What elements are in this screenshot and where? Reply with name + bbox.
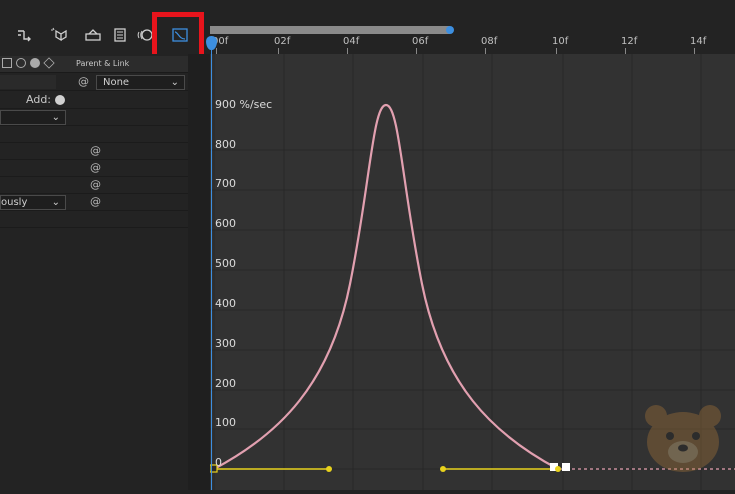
y-axis-label: 500 xyxy=(215,257,236,270)
switch-cells xyxy=(0,75,56,89)
y-axis-label: 400 xyxy=(215,297,236,310)
chevron-down-icon: ⌄ xyxy=(51,112,60,123)
playhead-line[interactable] xyxy=(211,36,212,490)
chevron-down-icon: ⌄ xyxy=(170,77,179,88)
work-area-bar[interactable] xyxy=(210,26,450,34)
y-axis-label: 600 xyxy=(215,217,236,230)
ruler-tick-label: 10f xyxy=(552,36,569,47)
3d-switch-icon[interactable] xyxy=(43,57,55,69)
keyframe-end-selected[interactable] xyxy=(562,463,570,471)
ruler-tick-label: 08f xyxy=(481,36,498,47)
y-axis-label: 200 xyxy=(215,377,236,390)
property-row: @ xyxy=(0,143,188,160)
add-menu-icon[interactable] xyxy=(55,95,65,105)
bezier-handle-point[interactable] xyxy=(440,466,446,472)
property-row xyxy=(0,211,188,228)
ruler-tick-label: 14f xyxy=(690,36,707,47)
timeline-toolbar xyxy=(0,0,210,66)
interpolation-dropdown[interactable]: ously ⌄ xyxy=(0,195,66,210)
ruler-tick-label: 02f xyxy=(274,36,291,47)
ruler-tick-label: 12f xyxy=(621,36,638,47)
property-dropdown[interactable]: ⌄ xyxy=(0,110,66,125)
solo-icon[interactable] xyxy=(48,24,70,46)
parent-dropdown[interactable]: None ⌄ xyxy=(96,75,185,90)
shy-icon[interactable] xyxy=(82,24,104,46)
interpolation-value: ously xyxy=(1,197,28,208)
y-axis-label: 100 xyxy=(215,416,236,429)
y-axis-label: 300 xyxy=(215,337,236,350)
work-area-end-handle[interactable] xyxy=(446,26,454,34)
keyframe-point[interactable] xyxy=(555,466,561,472)
parent-link-label: Parent & Link xyxy=(76,59,130,68)
parent-dropdown-value: None xyxy=(103,77,130,88)
ruler-tick-label: 04f xyxy=(343,36,360,47)
bear-watermark-icon xyxy=(640,402,726,474)
ruler-tick-label: 06f xyxy=(412,36,429,47)
pickwhip-icon[interactable]: @ xyxy=(90,194,101,210)
property-row: @ xyxy=(0,160,188,177)
blur-switch-icon[interactable] xyxy=(16,58,26,68)
pickwhip-icon[interactable]: @ xyxy=(90,143,101,159)
y-axis-unit-label: 900 %/sec xyxy=(215,98,273,111)
switch-icon[interactable] xyxy=(2,58,12,68)
speed-curve[interactable] xyxy=(213,103,559,470)
adjustment-switch-icon[interactable] xyxy=(30,58,40,68)
property-row: ⌄ xyxy=(0,109,188,126)
pickwhip-icon[interactable]: @ xyxy=(90,177,101,193)
pickwhip-icon[interactable]: @ xyxy=(78,74,89,90)
property-row: ously ⌄ @ xyxy=(0,194,188,211)
add-row: Add: xyxy=(0,92,188,109)
layer-row: @ None ⌄ xyxy=(0,74,188,91)
y-axis-label: 700 xyxy=(215,177,236,190)
graph-link-icon[interactable] xyxy=(14,24,36,46)
layer-panel-header: Parent & Link xyxy=(0,56,188,73)
pickwhip-icon[interactable]: @ xyxy=(90,160,101,176)
property-row xyxy=(0,126,188,143)
property-row: @ xyxy=(0,177,188,194)
frame-blend-icon[interactable] xyxy=(109,24,131,46)
y-axis-label: 800 xyxy=(215,138,236,151)
y-axis-label: 0 xyxy=(215,456,222,469)
panel-divider[interactable] xyxy=(188,54,210,490)
add-label: Add: xyxy=(26,93,52,106)
bezier-handle-point[interactable] xyxy=(326,466,332,472)
chevron-down-icon: ⌄ xyxy=(51,197,60,208)
